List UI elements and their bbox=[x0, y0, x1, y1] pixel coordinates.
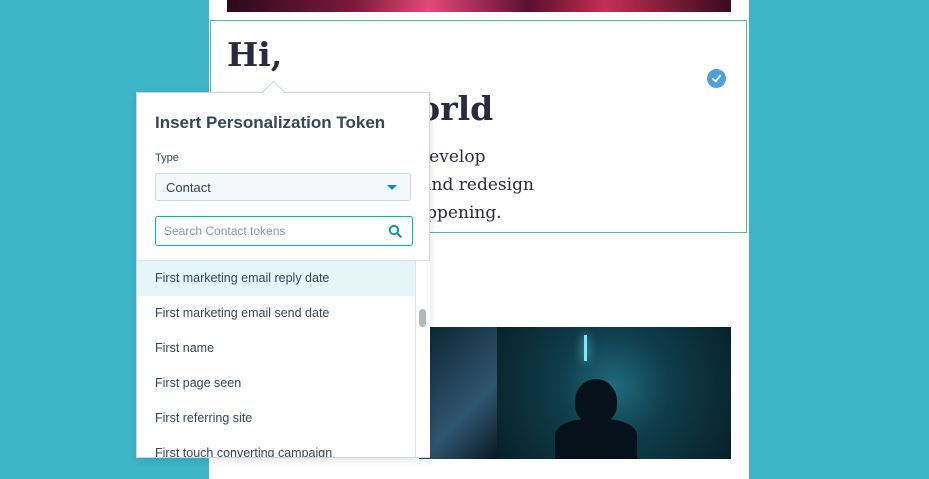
token-item[interactable]: First referring site bbox=[137, 401, 415, 436]
token-item[interactable]: First name bbox=[137, 331, 415, 366]
greeting-text[interactable]: Hi, bbox=[227, 35, 282, 74]
token-item[interactable]: First page seen bbox=[137, 366, 415, 401]
token-list-scrollbar[interactable] bbox=[415, 261, 430, 457]
silhouette-head bbox=[575, 379, 617, 423]
scrollbar-thumb[interactable] bbox=[419, 309, 426, 327]
type-select[interactable]: Contact bbox=[155, 173, 411, 201]
token-search-input[interactable] bbox=[164, 222, 374, 240]
caret-down-icon bbox=[387, 185, 397, 190]
check-circle-icon[interactable] bbox=[707, 69, 726, 88]
token-search-box[interactable] bbox=[155, 216, 413, 246]
search-icon[interactable] bbox=[388, 224, 402, 238]
silhouette-body bbox=[555, 419, 637, 459]
image-silhouette[interactable] bbox=[497, 327, 731, 459]
token-item[interactable]: First marketing email send date bbox=[137, 296, 415, 331]
type-label: Type bbox=[155, 152, 179, 164]
token-item[interactable]: First touch converting campaign bbox=[137, 436, 415, 457]
hero-image[interactable] bbox=[227, 0, 731, 12]
type-select-value: Contact bbox=[166, 180, 211, 195]
personalization-token-popover: Insert Personalization Token Type Contac… bbox=[136, 80, 430, 458]
popover-title: Insert Personalization Token bbox=[155, 113, 386, 132]
token-item[interactable]: First marketing email reply date bbox=[137, 261, 415, 296]
token-list: First marketing email reply date First m… bbox=[137, 261, 415, 457]
light-bar-decoration bbox=[584, 335, 587, 361]
